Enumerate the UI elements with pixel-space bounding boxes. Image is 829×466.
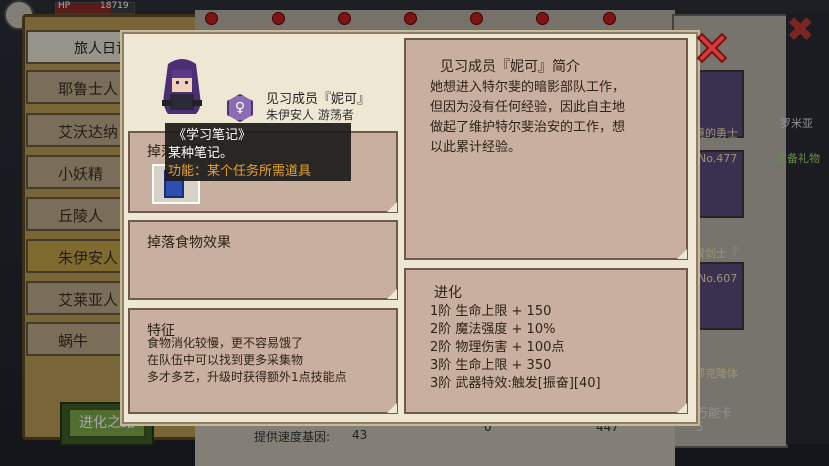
tooltip-item-name: 《学习笔记》 xyxy=(173,128,252,143)
evolution-line: 1阶 生命上限 + 150 xyxy=(430,304,552,319)
evolution-line: 2阶 物理伤害 + 100点 xyxy=(430,340,565,355)
evolution-line: 3阶 生命上限 + 350 xyxy=(430,358,552,373)
trait-line: 在队伍中可以找到更多采集物 xyxy=(147,353,304,367)
trait-line: 食物消化较慢，更不容易饿了 xyxy=(147,336,304,350)
evolution-line: 3阶 武器特效:触发[振奋][40] xyxy=(430,376,601,391)
character-race-class: 朱伊安人 游荡者 xyxy=(266,108,354,122)
tooltip-item-function: 功能：某个任务所需道具 xyxy=(168,164,312,179)
food-effect-title: 掉落食物效果 xyxy=(147,235,231,251)
character-name: 见习成员『妮可』 xyxy=(266,92,371,107)
intro-text: 她想进入特尔斐的暗影部队工作， 但因为没有任何经验，因此自主地 做起了维护特尔斐… xyxy=(430,80,626,155)
evolution-title: 进化 xyxy=(434,285,462,301)
trait-line: 多才多艺，升级时获得额外1点技能点 xyxy=(147,370,347,384)
tooltip-item-desc: 某种笔记。 xyxy=(168,146,234,161)
evolution-line: 2阶 魔法强度 + 10% xyxy=(430,322,556,337)
intro-title: 见习成员『妮可』简介 xyxy=(440,59,580,75)
close-icon[interactable] xyxy=(692,28,732,68)
character-avatar xyxy=(162,59,202,114)
